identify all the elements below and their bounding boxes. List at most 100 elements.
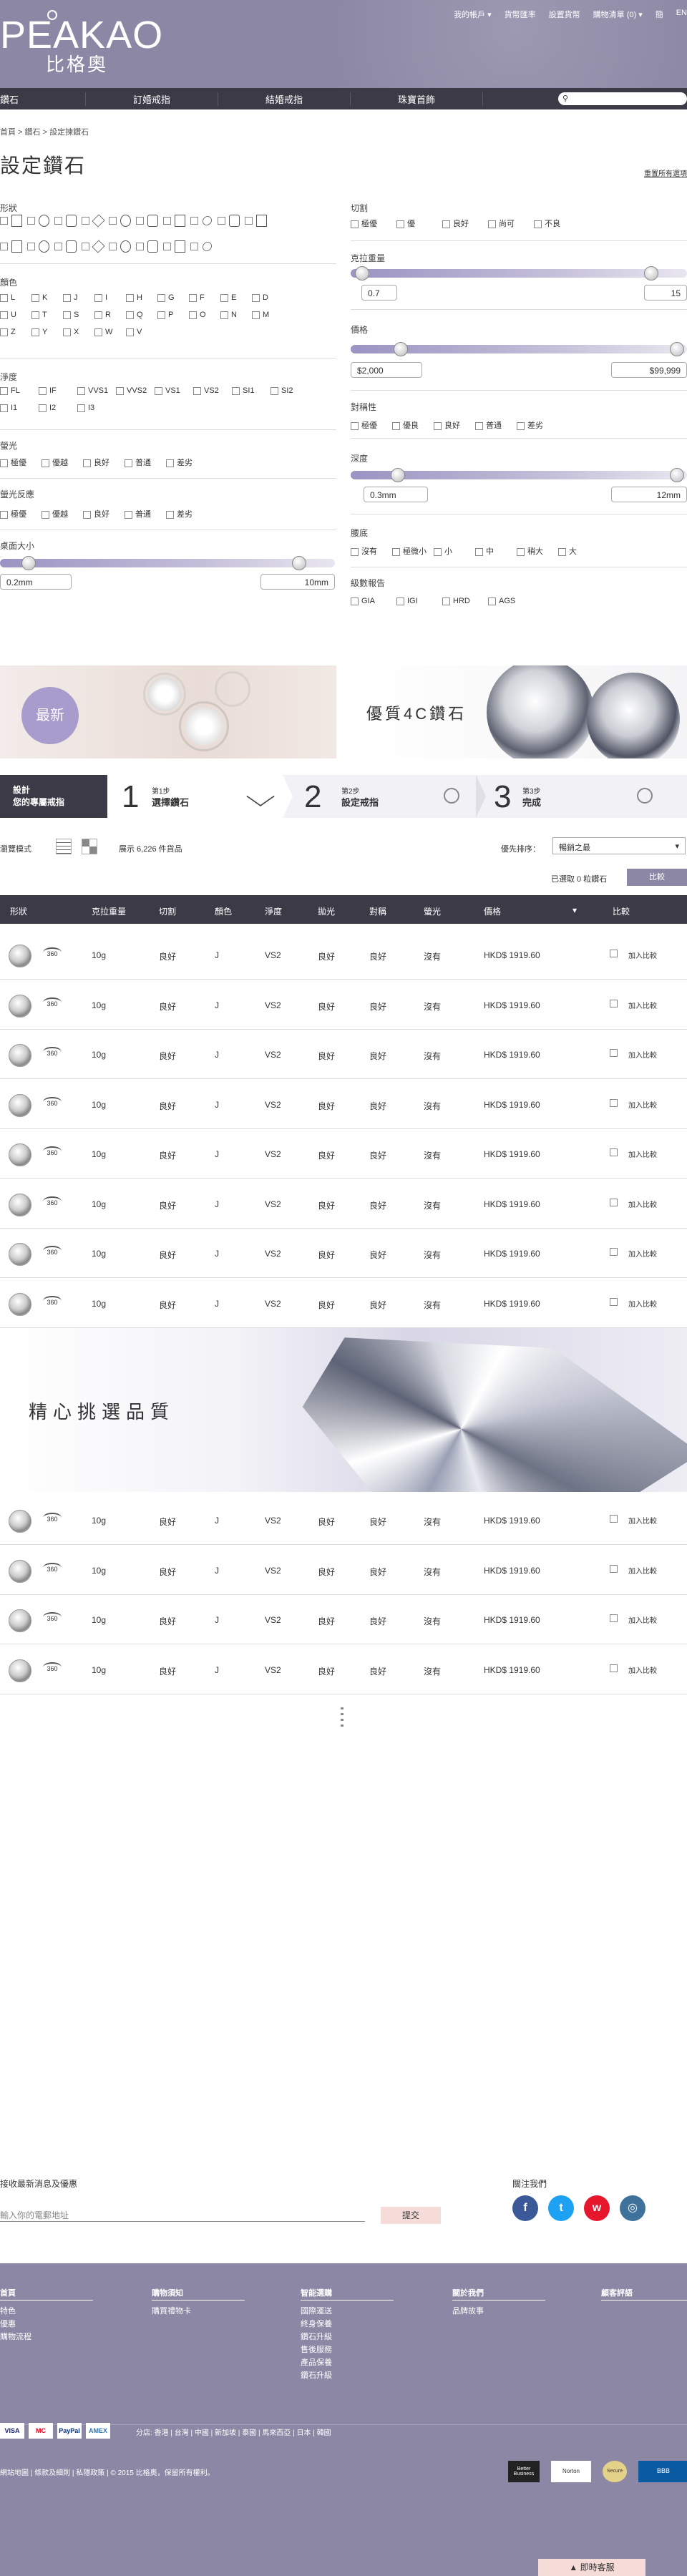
girdle-option[interactable]: 中 [475,545,494,557]
color-option[interactable]: Y [31,328,47,336]
compare-checkbox[interactable] [610,1148,618,1156]
shape-checkbox[interactable] [136,243,144,250]
lang-simplified[interactable]: 簡 [656,9,663,20]
twitter-icon[interactable]: t [548,2195,574,2221]
weibo-icon[interactable]: w [584,2195,610,2221]
checkbox[interactable] [488,220,496,228]
carat-min-value[interactable]: 0.7 [361,285,397,301]
set-currency-link[interactable]: 設置貨幣 [549,9,580,20]
color-option[interactable]: V [126,328,142,336]
diamond-thumbnail[interactable] [9,994,31,1018]
diamond-shape-icon[interactable] [200,214,214,228]
clarity-option[interactable]: SI1 [232,386,255,395]
table-row[interactable]: 360 10g 良好 J VS2 良好 良好 沒有 HKD$ 1919.60 加入比較 [0,1496,687,1545]
checkbox[interactable] [63,311,71,319]
report-option[interactable]: HRD [442,597,470,605]
shape-checkbox[interactable] [190,243,198,250]
view-360-icon[interactable]: 360 [43,1612,62,1622]
table-row[interactable]: 360 10g 良好 J VS2 良好 良好 沒有 HKD$ 1919.60 加入比較 [0,1179,687,1229]
fluor-reaction-option[interactable]: 普通 [125,508,151,519]
diamond-shape-icon[interactable] [39,240,49,253]
table-size-max-handle[interactable] [292,556,306,570]
shape-checkbox[interactable] [109,217,117,225]
shape-checkbox[interactable] [163,243,171,250]
girdle-option[interactable]: 極微小 [392,545,427,557]
checkbox[interactable] [157,311,165,319]
price-max-value[interactable]: $99,999 [611,362,687,378]
symmetry-option[interactable]: 極優 [351,419,377,431]
view-360-icon[interactable]: 360 [43,947,62,957]
footer-link[interactable]: 終身保養 [301,2318,394,2329]
checkbox[interactable] [189,311,197,319]
carat-min-handle[interactable] [355,266,369,280]
checkbox[interactable] [351,547,359,556]
logo[interactable]: PEAKAO 比格奧 [0,10,163,74]
shape-checkbox[interactable] [82,217,89,225]
footer-heading[interactable]: 關於我們 [452,2287,545,2301]
reset-all-link[interactable]: 重置所有選項 [644,167,687,178]
report-option[interactable]: AGS [488,597,515,605]
cut-option[interactable]: 良好 [442,218,469,229]
shape-checkbox[interactable] [54,243,62,250]
clarity-option[interactable]: I3 [77,404,94,412]
lang-en[interactable]: EN [676,9,687,20]
fluor-option[interactable]: 極優 [0,457,26,468]
checkbox[interactable] [77,404,85,412]
checkbox[interactable] [83,510,91,519]
clarity-option[interactable]: VS2 [193,386,219,395]
shape-checkbox[interactable] [109,243,117,250]
checkbox[interactable] [126,328,134,336]
cut-option[interactable]: 尚可 [488,218,515,229]
view-360-icon[interactable]: 360 [43,1662,62,1672]
diamond-thumbnail[interactable] [9,1609,31,1632]
color-option[interactable]: W [94,328,112,336]
compare-checkbox[interactable] [610,1297,618,1306]
symmetry-option[interactable]: 良好 [434,419,460,431]
girdle-option[interactable]: 稍大 [517,545,543,557]
footer-heading[interactable]: 購物須知 [152,2287,245,2301]
color-option[interactable]: Q [126,311,143,319]
diamond-shape-icon[interactable] [66,240,77,253]
nav-diamonds[interactable]: 鑽石 [0,92,86,106]
shape-checkbox[interactable] [27,217,35,225]
carat-max-handle[interactable] [644,266,658,280]
diamond-thumbnail[interactable] [9,1093,31,1117]
checkbox[interactable] [63,328,71,336]
col-symmetry[interactable]: 對稱 [369,905,386,917]
clarity-option[interactable]: VVS1 [77,386,108,395]
checkbox[interactable] [0,459,8,467]
clarity-option[interactable]: IF [39,386,57,395]
nav-engagement-rings[interactable]: 訂婚戒指 [86,92,218,106]
fluor-option[interactable]: 差劣 [166,457,193,468]
banner-quality[interactable]: 優質4C鑽石 [351,665,687,758]
color-option[interactable]: H [126,293,142,302]
instagram-icon[interactable]: ◎ [620,2195,645,2221]
diamond-thumbnail[interactable] [9,1292,31,1316]
compare-checkbox[interactable] [610,999,618,1008]
checkbox[interactable] [392,547,400,556]
diamond-thumbnail[interactable] [9,1510,31,1533]
checkbox[interactable] [0,510,8,519]
clarity-option[interactable]: FL [0,386,20,395]
table-row[interactable]: 360 10g 良好 J VS2 良好 良好 沒有 HKD$ 1919.60 加入比較 [0,980,687,1030]
facebook-icon[interactable]: f [512,2195,538,2221]
diamond-shape-icon[interactable] [175,240,185,253]
table-size-min-value[interactable]: 0.2mm [0,574,72,590]
checkbox[interactable] [166,510,174,519]
table-size-max-value[interactable]: 10mm [260,574,335,590]
table-row[interactable]: 360 10g 良好 J VS2 良好 良好 沒有 HKD$ 1919.60 加入比較 [0,1229,687,1278]
carat-max-value[interactable]: 15 [644,285,687,301]
diamond-thumbnail[interactable] [9,1559,31,1583]
checkbox[interactable] [252,311,260,319]
table-row[interactable]: 360 10g 良好 J VS2 良好 良好 沒有 HKD$ 1919.60 加入比較 [0,1546,687,1595]
diamond-shape-icon[interactable] [256,215,267,227]
diamond-shape-icon[interactable] [66,215,77,227]
view-360-icon[interactable]: 360 [43,1047,62,1057]
checkbox[interactable] [475,421,483,430]
cut-option[interactable]: 極優 [351,218,377,229]
symmetry-option[interactable]: 普通 [475,419,502,431]
checkbox[interactable] [252,293,260,302]
color-option[interactable]: D [252,293,268,302]
checkbox[interactable] [189,293,197,302]
color-option[interactable]: X [63,328,79,336]
